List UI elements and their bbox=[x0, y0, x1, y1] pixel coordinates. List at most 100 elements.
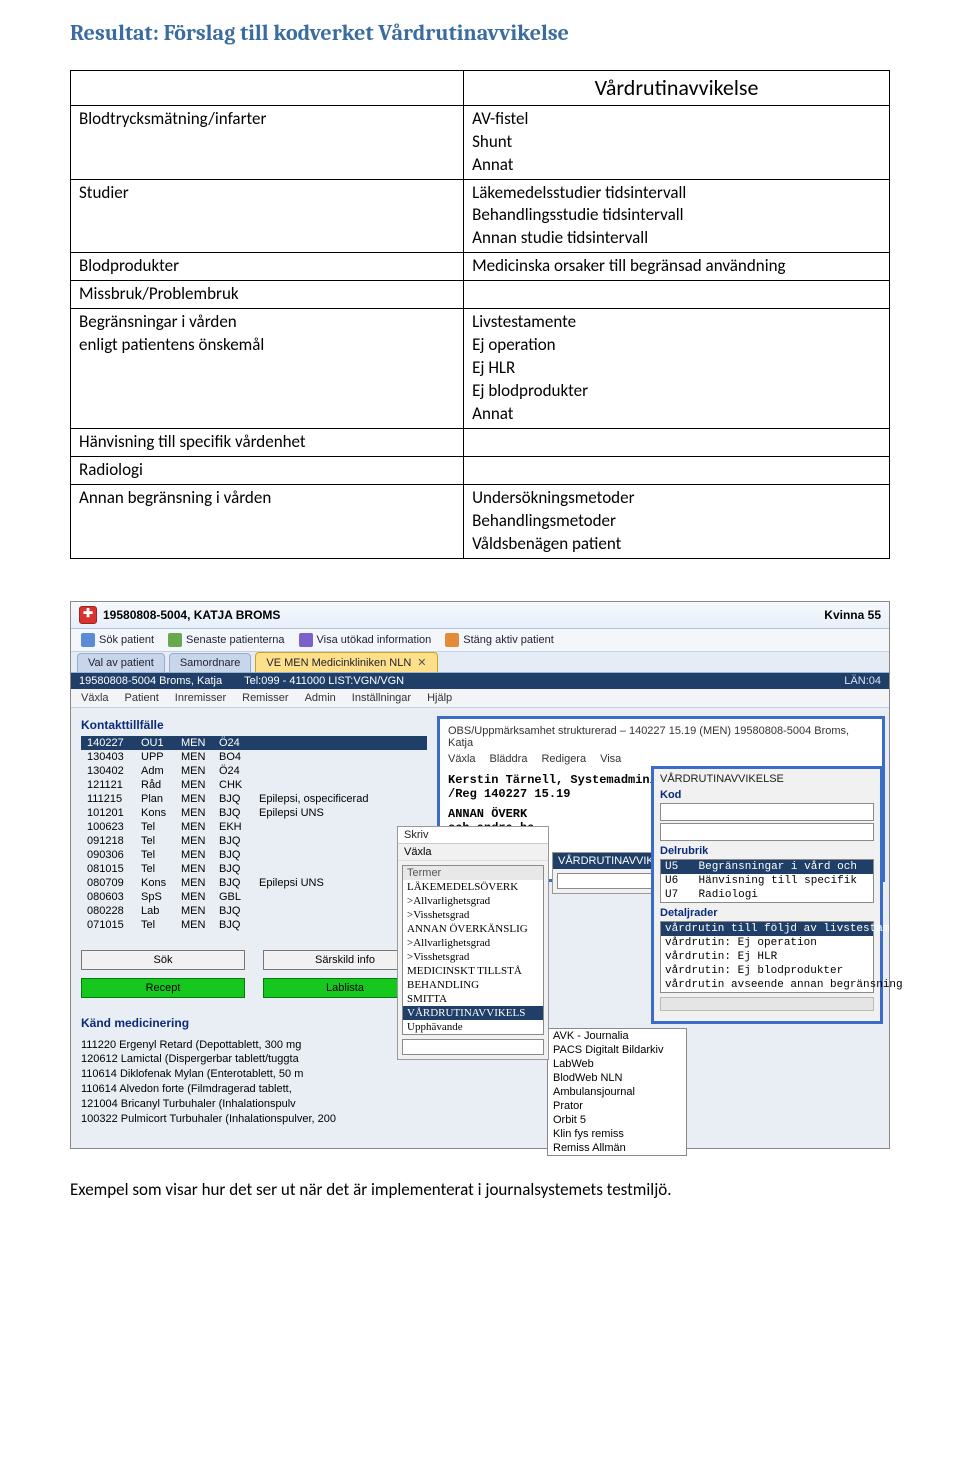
menu-hjalp[interactable]: Hjälp bbox=[427, 692, 452, 704]
list-item[interactable]: vårdrutin: Ej blodprodukter bbox=[661, 964, 873, 978]
example-caption: Exempel som visar hur det ser ut när det… bbox=[70, 1179, 890, 1200]
menu-admin[interactable]: Admin bbox=[305, 692, 336, 704]
search-icon bbox=[81, 633, 95, 647]
list-item[interactable]: vårdrutin till följd av livstestamen bbox=[661, 922, 873, 936]
list-item[interactable]: Prator bbox=[548, 1099, 686, 1113]
table-row[interactable]: 080709KonsMENBJQEpilepsi UNS bbox=[81, 876, 427, 890]
code-row-left: Hänvisning till specifik vårdenhet bbox=[71, 428, 464, 456]
table-row[interactable]: 100623TelMENEKH bbox=[81, 820, 427, 834]
obs-menu-visa[interactable]: Visa bbox=[600, 753, 621, 765]
skriv-title: Skriv bbox=[398, 827, 548, 844]
meds-list: 111220 Ergenyl Retard (Depottablett, 300… bbox=[81, 1038, 427, 1127]
page-title: Resultat: Förslag till kodverket Vårdrut… bbox=[70, 20, 890, 46]
table-row[interactable]: 080228LabMENBJQ bbox=[81, 904, 427, 918]
list-item[interactable]: >Allvarlighetsgrad bbox=[403, 936, 543, 950]
list-item: 110614 Alvedon forte (Filmdragerad table… bbox=[81, 1082, 427, 1097]
vard-panel-title: VÅRDRUTINAVVIKELSE bbox=[660, 773, 874, 785]
list-item: 120612 Lamictal (Dispergerbar tablett/tu… bbox=[81, 1052, 427, 1067]
table-row[interactable]: 101201KonsMENBJQEpilepsi UNS bbox=[81, 806, 427, 820]
code-table: Vårdrutinavvikelse Blodtrycksmätning/inf… bbox=[70, 70, 890, 559]
list-item[interactable]: vårdrutin avseende annan begränsning bbox=[661, 978, 873, 992]
menu-installningar[interactable]: Inställningar bbox=[352, 692, 411, 704]
list-item: 121004 Bricanyl Turbuhaler (Inhalationsp… bbox=[81, 1097, 427, 1112]
list-item[interactable]: >Visshetsgrad bbox=[403, 950, 543, 964]
list-item[interactable]: vårdrutin: Ej operation bbox=[661, 936, 873, 950]
tb-recent[interactable]: Senaste patienterna bbox=[168, 633, 284, 647]
table-row[interactable]: 111215PlanMENBJQEpilepsi, ospecificerad bbox=[81, 792, 427, 806]
table-row[interactable]: 080603SpSMENGBL bbox=[81, 890, 427, 904]
tab-val-av-patient[interactable]: Val av patient bbox=[77, 653, 165, 672]
skriv-menu-vaxla[interactable]: Växla bbox=[398, 844, 548, 861]
table-row[interactable]: U5Begränsningar i vård och bbox=[661, 859, 874, 874]
vard-panel: VÅRDRUTINAVVIKELSE Kod Delrubrik U5Begrä… bbox=[651, 766, 883, 1024]
obs-menu-vaxla[interactable]: Växla bbox=[448, 753, 476, 765]
tb-extended[interactable]: Visa utökad information bbox=[299, 633, 432, 647]
delrubrik-table[interactable]: U5Begränsningar i vård ochU6Hänvisning t… bbox=[660, 859, 874, 903]
list-item[interactable]: Remiss Allmän bbox=[548, 1141, 686, 1155]
journal-screenshot: 19580808-5004, KATJA BROMS Kvinna 55 Sök… bbox=[70, 601, 890, 1149]
app-icon bbox=[79, 606, 97, 624]
table-row[interactable]: 081015TelMENBJQ bbox=[81, 862, 427, 876]
tb-search[interactable]: Sök patient bbox=[81, 633, 154, 647]
info-icon bbox=[299, 633, 313, 647]
list-item[interactable]: ANNAN ÖVERKÄNSLIG bbox=[403, 922, 543, 936]
list-item[interactable]: AVK - Journalia bbox=[548, 1029, 686, 1043]
detaljrader-list[interactable]: vårdrutin till följd av livstestamenvård… bbox=[660, 921, 874, 993]
termer-list[interactable]: Termer LÄKEMEDELSÖVERK>Allvarlighetsgrad… bbox=[402, 865, 544, 1035]
table-row[interactable]: U7Radiologi bbox=[661, 888, 874, 903]
menu-remisser[interactable]: Remisser bbox=[242, 692, 288, 704]
list-item[interactable]: >Allvarlighetsgrad bbox=[403, 894, 543, 908]
kod-label: Kod bbox=[660, 789, 874, 801]
list-item[interactable]: LabWeb bbox=[548, 1057, 686, 1071]
scrollbar[interactable] bbox=[660, 997, 874, 1011]
tab-samordnare[interactable]: Samordnare bbox=[169, 653, 252, 672]
list-item[interactable]: Klin fys remiss bbox=[548, 1127, 686, 1141]
code-row-left: Annan begränsning i vården bbox=[71, 484, 464, 558]
table-row[interactable]: 090306TelMENBJQ bbox=[81, 848, 427, 862]
table-row[interactable]: U6Hänvisning till specifik bbox=[661, 874, 874, 888]
kod-input-1[interactable] bbox=[660, 803, 874, 821]
list-item[interactable]: BEHANDLING bbox=[403, 978, 543, 992]
list-item[interactable]: PACS Digitalt Bildarkiv bbox=[548, 1043, 686, 1057]
ctx-lan: LÄN:04 bbox=[844, 675, 881, 687]
close-icon[interactable]: ✕ bbox=[417, 657, 426, 669]
obs-menu-redigera[interactable]: Redigera bbox=[541, 753, 586, 765]
list-item[interactable]: BlodWeb NLN bbox=[548, 1071, 686, 1085]
table-row[interactable]: 121121RådMENCHK bbox=[81, 778, 427, 792]
list-item[interactable]: Orbit 5 bbox=[548, 1113, 686, 1127]
services-list[interactable]: AVK - JournaliaPACS Digitalt BildarkivLa… bbox=[547, 1028, 687, 1156]
list-item[interactable]: Upphävande bbox=[403, 1020, 543, 1034]
list-item[interactable]: MEDICINSKT TILLSTÅ bbox=[403, 964, 543, 978]
obs-menu-bladdra[interactable]: Bläddra bbox=[490, 753, 528, 765]
recept-button[interactable]: Recept bbox=[81, 978, 245, 998]
termer-head: Termer bbox=[403, 866, 543, 880]
obs-line1: ANNAN ÖVERK bbox=[448, 807, 527, 821]
menu-inremisser[interactable]: Inremisser bbox=[175, 692, 226, 704]
list-item[interactable]: Ambulansjournal bbox=[548, 1085, 686, 1099]
list-item[interactable]: vårdrutin: Ej HLR bbox=[661, 950, 873, 964]
table-row[interactable]: 071015TelMENBJQ bbox=[81, 918, 427, 932]
list-item[interactable]: LÄKEMEDELSÖVERK bbox=[403, 880, 543, 894]
table-row[interactable]: 140227OU1MENÖ24 bbox=[81, 736, 427, 750]
visits-table[interactable]: 140227OU1MENÖ24130403UPPMENBO4130402AdmM… bbox=[81, 736, 427, 932]
code-row-right: AV-fistelShuntAnnat bbox=[464, 105, 890, 179]
list-item[interactable]: >Visshetsgrad bbox=[403, 908, 543, 922]
table-row[interactable]: 091218TelMENBJQ bbox=[81, 834, 427, 848]
kod-input-2[interactable] bbox=[660, 823, 874, 841]
tb-close[interactable]: Stäng aktiv patient bbox=[445, 633, 554, 647]
table-row[interactable]: 130402AdmMENÖ24 bbox=[81, 764, 427, 778]
list-item[interactable]: SMITTA bbox=[403, 992, 543, 1006]
tabstrip: Val av patient Samordnare VE MEN Medicin… bbox=[71, 652, 889, 673]
menu-vaxla[interactable]: Växla bbox=[81, 692, 109, 704]
code-row-right: UndersökningsmetoderBehandlingsmetoderVå… bbox=[464, 484, 890, 558]
menubar: Växla Patient Inremisser Remisser Admin … bbox=[71, 689, 889, 708]
menu-patient[interactable]: Patient bbox=[125, 692, 159, 704]
table-row[interactable]: 130403UPPMENBO4 bbox=[81, 750, 427, 764]
tab-ve-men[interactable]: VE MEN Medicinkliniken NLN✕ bbox=[255, 652, 437, 672]
skriv-popup: Skriv Växla Termer LÄKEMEDELSÖVERK>Allva… bbox=[397, 826, 549, 1060]
code-row-left: Blodtrycksmätning/infarter bbox=[71, 105, 464, 179]
sok-button[interactable]: Sök bbox=[81, 950, 245, 970]
skriv-input[interactable] bbox=[402, 1039, 544, 1055]
list-item[interactable]: VÅRDRUTINAVVIKELS bbox=[403, 1006, 543, 1020]
close-icon bbox=[445, 633, 459, 647]
